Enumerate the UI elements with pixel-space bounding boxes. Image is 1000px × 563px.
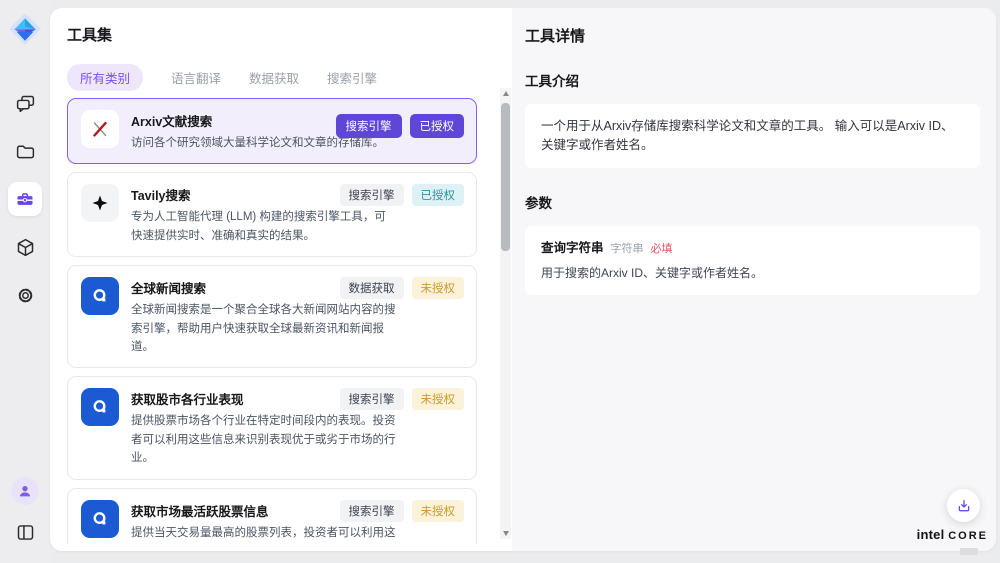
news-globe-icon	[81, 388, 119, 426]
category-badge: 搜索引擎	[336, 114, 402, 138]
intel-brand-text: intel	[917, 527, 945, 542]
scroll-down-icon[interactable]	[500, 528, 511, 539]
intro-heading: 工具介绍	[525, 70, 980, 90]
user-avatar-icon[interactable]	[11, 477, 39, 505]
tool-card-arxiv[interactable]: Arxiv文献搜索 访问各个研究领域大量科学论文和文章的存储库。 搜索引擎 已授…	[67, 98, 477, 164]
cube-icon[interactable]	[8, 230, 42, 264]
news-globe-icon	[81, 500, 119, 538]
tool-card-tavily[interactable]: Tavily搜索 专为人工智能代理 (LLM) 构建的搜索引擎工具，可快速提供实…	[67, 172, 477, 257]
category-badge: 搜索引擎	[340, 500, 404, 522]
tool-card-sector-performance[interactable]: 获取股市各行业表现 提供股票市场各个行业在特定时间段内的表现。投资者可以利用这些…	[67, 376, 477, 479]
news-globe-icon	[81, 277, 119, 315]
arxiv-icon	[81, 110, 119, 148]
auth-badge: 已授权	[410, 114, 465, 138]
category-badge: 搜索引擎	[340, 184, 404, 206]
param-required-badge: 必填	[651, 241, 673, 258]
toolbox-icon[interactable]	[8, 182, 42, 216]
tool-desc: 专为人工智能代理 (LLM) 构建的搜索引擎工具，可快速提供实时、准确和真实的结…	[131, 208, 397, 245]
param-desc: 用于搜索的Arxiv ID、关键字或作者姓名。	[541, 264, 964, 282]
intel-core-logo: intel CORE	[917, 527, 988, 559]
tab-data-acquisition[interactable]: 数据获取	[249, 68, 299, 87]
tool-list-pane: 工具集 所有类别 语言翻译 数据获取 搜索引擎 Arxiv文献搜索 访问各个研究…	[50, 8, 512, 551]
gear-icon[interactable]	[8, 278, 42, 312]
param-card: 查询字符串 字符串 必填 用于搜索的Arxiv ID、关键字或作者姓名。	[525, 226, 980, 296]
category-badge: 数据获取	[340, 277, 404, 299]
intel-core-text: CORE	[948, 530, 988, 542]
scroll-up-icon[interactable]	[500, 88, 511, 99]
sidebar-nav	[8, 86, 42, 312]
intro-text: 一个用于从Arxiv存储库搜索科学论文和文章的工具。 输入可以是Arxiv ID…	[541, 119, 954, 152]
param-name: 查询字符串	[541, 239, 604, 258]
auth-badge: 已授权	[412, 184, 465, 206]
download-button[interactable]	[947, 489, 980, 522]
detail-title: 工具详情	[525, 25, 980, 46]
tab-search-engine[interactable]: 搜索引擎	[327, 68, 377, 87]
tab-language-translation[interactable]: 语言翻译	[171, 68, 221, 87]
main-panel: 工具集 所有类别 语言翻译 数据获取 搜索引擎 Arxiv文献搜索 访问各个研究…	[50, 8, 996, 551]
app-logo	[8, 12, 42, 46]
scrollbar-thumb[interactable]	[501, 103, 510, 251]
star-icon	[81, 184, 119, 222]
tool-desc: 全球新闻搜索是一个聚合全球各大新闻网站内容的搜索引擎，帮助用户快速获取全球最新资…	[131, 301, 397, 356]
category-tabs: 所有类别 语言翻译 数据获取 搜索引擎	[67, 66, 512, 88]
tool-card-list: Arxiv文献搜索 访问各个研究领域大量科学论文和文章的存储库。 搜索引擎 已授…	[67, 98, 477, 544]
layout-icon[interactable]	[8, 515, 42, 549]
intel-ultra-badge	[960, 548, 978, 555]
chat-icon[interactable]	[8, 86, 42, 120]
folder-icon[interactable]	[8, 134, 42, 168]
category-badge: 搜索引擎	[340, 388, 404, 410]
tool-desc: 提供股票市场各个行业在特定时间段内的表现。投资者可以利用这些信息来识别表现优于或…	[131, 412, 397, 467]
tool-card-global-news[interactable]: 全球新闻搜索 全球新闻搜索是一个聚合全球各大新闻网站内容的搜索引擎，帮助用户快速…	[67, 265, 477, 368]
param-type: 字符串	[611, 241, 644, 258]
sidebar-bottom	[8, 477, 42, 549]
tool-desc: 提供当天交易量最高的股票列表，投资者可以利用这些信息来识别流动性强的股票和潜在的…	[131, 524, 397, 544]
page-title: 工具集	[67, 24, 512, 45]
intro-card: 一个用于从Arxiv存储库搜索科学论文和文章的工具。 输入可以是Arxiv ID…	[525, 104, 980, 168]
tool-detail-pane: 工具详情 工具介绍 一个用于从Arxiv存储库搜索科学论文和文章的工具。 输入可…	[512, 8, 996, 551]
sidebar	[0, 0, 50, 563]
list-scrollbar[interactable]	[500, 88, 511, 539]
download-icon	[956, 498, 972, 514]
tool-card-most-active-stocks[interactable]: 获取市场最活跃股票信息 提供当天交易量最高的股票列表，投资者可以利用这些信息来识…	[67, 488, 477, 544]
auth-badge: 未授权	[412, 500, 465, 522]
auth-badge: 未授权	[412, 388, 465, 410]
tab-all-categories[interactable]: 所有类别	[67, 64, 143, 91]
auth-badge: 未授权	[412, 277, 465, 299]
params-heading: 参数	[525, 192, 980, 212]
